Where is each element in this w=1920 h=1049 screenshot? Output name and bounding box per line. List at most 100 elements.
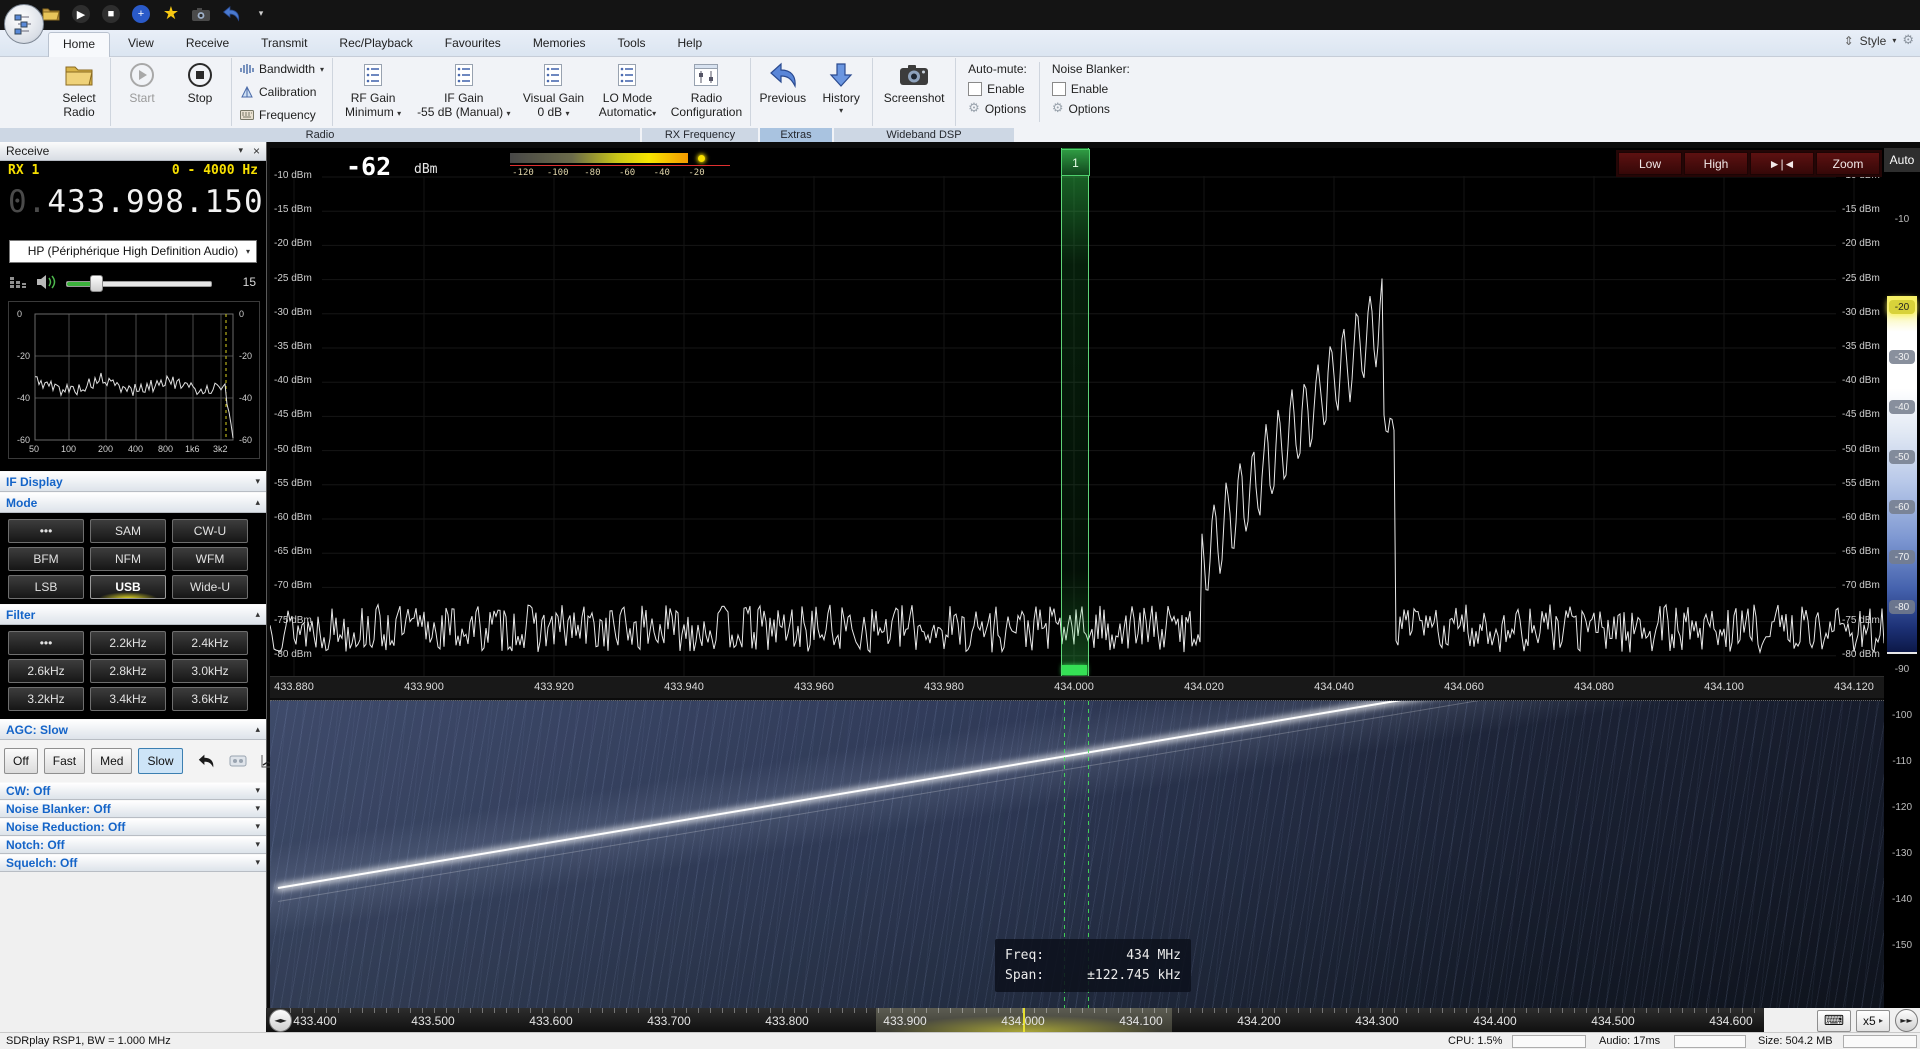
agc-button[interactable]: Med: [91, 748, 132, 774]
rx-marker-band[interactable]: [1061, 148, 1089, 676]
navigator-left-button[interactable]: ◄►: [269, 1009, 292, 1032]
rf-spectrum-display[interactable]: -10 dBm-15 dBm-20 dBm-25 dBm-30 dBm-35 d…: [270, 148, 1884, 698]
filter-button[interactable]: 3.2kHz: [8, 687, 84, 711]
ribbon-tab[interactable]: Transmit: [247, 32, 321, 56]
collapsed-section-header[interactable]: Notch: Off ▾: [0, 836, 266, 854]
style-dropdown-icon[interactable]: ▾: [1892, 36, 1896, 45]
application-button[interactable]: [4, 4, 44, 44]
toolbar-dropdown-icon[interactable]: ▾: [250, 3, 272, 25]
chevron-down-icon[interactable]: ▾: [255, 804, 260, 814]
agc-button[interactable]: Fast: [44, 748, 85, 774]
speed-button[interactable]: x5 ▸: [1856, 1010, 1890, 1032]
chevron-up-icon[interactable]: ▴: [255, 498, 260, 508]
spectrum-range-button[interactable]: High: [1684, 152, 1748, 175]
mode-button[interactable]: SAM: [90, 519, 166, 543]
mode-button[interactable]: BFM: [8, 547, 84, 571]
collapse-ribbon-icon[interactable]: ⇕: [1844, 34, 1854, 48]
collapsed-section-header[interactable]: Squelch: Off ▾: [0, 854, 266, 872]
filter-button[interactable]: 2.2kHz: [90, 631, 166, 655]
frequency-display[interactable]: RX 1 0 - 4000 Hz 0.433.998.150: [0, 161, 266, 235]
section-header-filter[interactable]: Filter ▴: [0, 604, 266, 625]
volume-slider[interactable]: [66, 275, 212, 289]
section-header-mode[interactable]: Mode ▴: [0, 492, 266, 513]
chevron-down-icon[interactable]: ▾: [255, 822, 260, 832]
filter-button[interactable]: 3.0kHz: [172, 659, 248, 683]
auto-gain-button[interactable]: Auto: [1884, 148, 1920, 173]
bandwidth-button[interactable]: Bandwidth▾: [240, 59, 324, 79]
audio-device-select[interactable]: HP (Périphérique High Definition Audio) …: [9, 240, 257, 263]
filter-button[interactable]: 3.4kHz: [90, 687, 166, 711]
ribbon-tab[interactable]: Home: [48, 32, 110, 57]
style-label[interactable]: Style: [1860, 34, 1887, 48]
screenshot-button[interactable]: Screenshot: [875, 56, 953, 128]
select-radio-button[interactable]: Select Radio: [50, 56, 108, 128]
ribbon-tab[interactable]: Rec/Playback: [325, 32, 426, 56]
rx-marker-flag[interactable]: 1: [1061, 149, 1090, 176]
radio-configuration-button[interactable]: Radio Configuration: [664, 56, 748, 128]
ribbon-tab[interactable]: Memories: [519, 32, 600, 56]
chevron-down-icon[interactable]: ▾: [255, 858, 260, 868]
collapsed-section-header[interactable]: CW: Off ▾: [0, 782, 266, 800]
spectrum-range-button[interactable]: Zoom: [1816, 152, 1880, 175]
undo-icon[interactable]: [220, 3, 242, 25]
agc-button[interactable]: Slow: [138, 748, 182, 774]
chevron-up-icon[interactable]: ▴: [255, 610, 260, 620]
agc-button[interactable]: Off: [4, 748, 38, 774]
mode-button[interactable]: WFM: [172, 547, 248, 571]
panel-close-icon[interactable]: ×: [253, 144, 260, 158]
stop-icon[interactable]: ■: [100, 3, 122, 25]
agc-undo-icon[interactable]: [196, 753, 216, 769]
chevron-up-icon[interactable]: ▴: [255, 725, 260, 735]
frequency-navigator[interactable]: 433.400433.500433.600433.700433.800433.9…: [266, 1008, 1920, 1032]
ribbon-tab[interactable]: Help: [664, 32, 717, 56]
style-gear-icon[interactable]: ⚙: [1902, 33, 1914, 48]
mode-button[interactable]: •••: [8, 519, 84, 543]
chevron-down-icon[interactable]: ▾: [255, 840, 260, 850]
mode-button[interactable]: Wide-U: [172, 575, 248, 599]
history-button[interactable]: History ▾: [812, 56, 870, 128]
auto-mute-options[interactable]: ⚙Options: [968, 100, 1027, 117]
mode-button[interactable]: LSB: [8, 575, 84, 599]
navigator-right-button[interactable]: ►►: [1895, 1009, 1918, 1032]
section-header-if-display[interactable]: IF Display ▾: [0, 471, 266, 492]
camera-icon[interactable]: [190, 3, 212, 25]
filter-button[interactable]: 2.8kHz: [90, 659, 166, 683]
previous-button[interactable]: Previous: [753, 56, 812, 128]
if-gain-button[interactable]: IF Gain -55 dB (Manual) ▾: [411, 56, 516, 128]
navigator-band[interactable]: 433.400433.500433.600433.700433.800433.9…: [266, 1008, 1764, 1032]
noise-blanker-options[interactable]: ⚙Options: [1052, 100, 1130, 117]
mode-button[interactable]: CW-U: [172, 519, 248, 543]
stop-button[interactable]: Stop: [171, 56, 229, 128]
filter-button[interactable]: 2.4kHz: [172, 631, 248, 655]
frequency-value[interactable]: 0.433.998.150: [8, 184, 258, 220]
volume-slider-handle[interactable]: [90, 275, 103, 292]
chevron-down-icon[interactable]: ▾: [255, 477, 260, 487]
start-button[interactable]: Start: [113, 56, 171, 128]
receive-panel-header[interactable]: Receive ▾ ×: [0, 142, 266, 161]
auto-mute-checkbox[interactable]: [968, 82, 982, 96]
spectrum-range-button[interactable]: Low: [1618, 152, 1682, 175]
calibration-button[interactable]: Calibration: [240, 82, 324, 102]
speaker-icon[interactable]: [36, 274, 56, 290]
spectrum-range-button[interactable]: ►|◄: [1750, 152, 1814, 175]
keyboard-button[interactable]: ⌨: [1817, 1010, 1851, 1032]
filter-button[interactable]: 3.6kHz: [172, 687, 248, 711]
frequency-button[interactable]: Frequency: [240, 105, 324, 125]
waterfall-display[interactable]: Freq:434 MHz Span:±122.745 kHz: [270, 700, 1884, 1009]
mode-button[interactable]: NFM: [90, 547, 166, 571]
play-icon[interactable]: ▶: [70, 3, 92, 25]
filter-button[interactable]: 2.6kHz: [8, 659, 84, 683]
panel-dropdown-icon[interactable]: ▾: [238, 146, 243, 156]
add-icon[interactable]: +: [130, 3, 152, 25]
agc-preset-icon[interactable]: [229, 754, 247, 768]
collapsed-section-header[interactable]: Noise Reduction: Off ▾: [0, 818, 266, 836]
ribbon-tab[interactable]: Tools: [604, 32, 660, 56]
chevron-down-icon[interactable]: ▾: [255, 786, 260, 796]
noise-blanker-enable[interactable]: Enable: [1052, 80, 1130, 97]
visual-gain-strip[interactable]: Auto -10-20-30-40-50-60-70-80-90-100-110…: [1884, 148, 1920, 1008]
ribbon-tab[interactable]: Receive: [172, 32, 243, 56]
favourite-icon[interactable]: ★: [160, 3, 182, 25]
noise-blanker-checkbox[interactable]: [1052, 82, 1066, 96]
lo-mode-button[interactable]: LO Mode Automatic▾: [590, 56, 664, 128]
filter-button[interactable]: •••: [8, 631, 84, 655]
